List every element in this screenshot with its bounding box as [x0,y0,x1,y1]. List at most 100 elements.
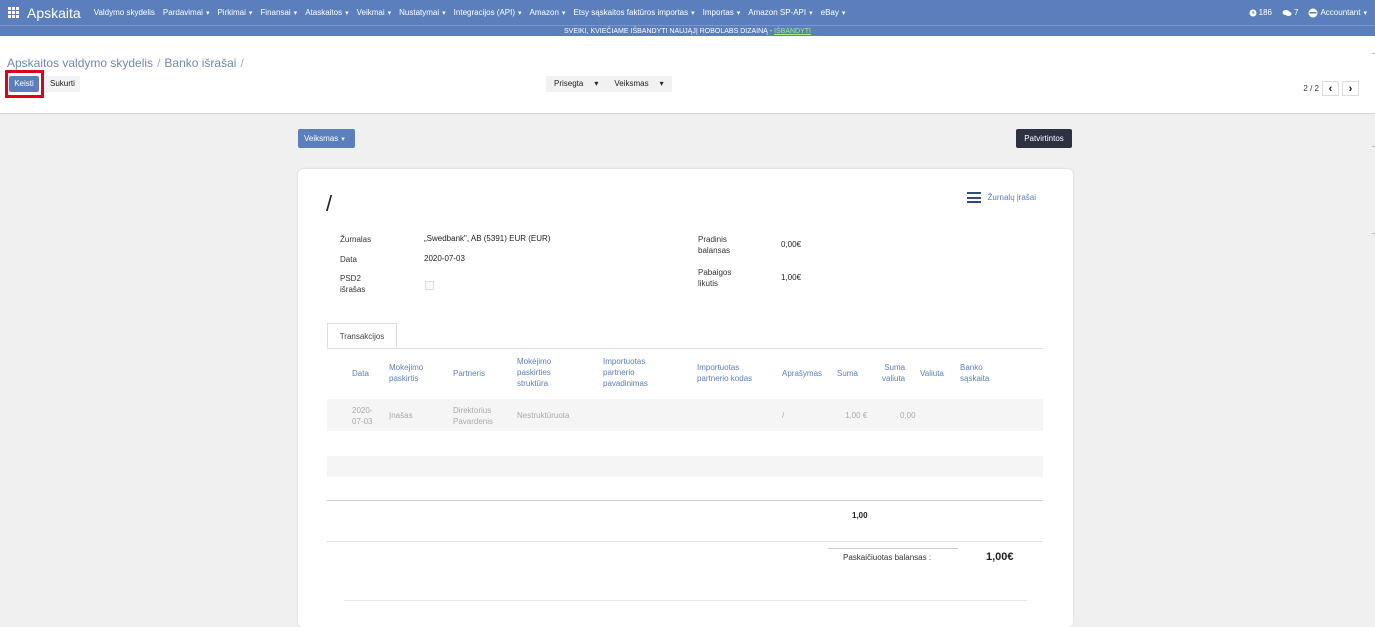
column-header-date[interactable]: Data [352,368,369,379]
chevron-down-icon: ▾ [442,10,446,17]
chevron-down-icon: ▾ [1363,9,1367,17]
column-header-currency[interactable]: Valiuta [920,368,944,379]
column-header-imported-partner-name[interactable]: Importuotas partnerio pavadinimas [603,356,648,389]
journal-entries-label: Žurnalų įrašai [987,193,1036,202]
previous-record-button[interactable]: ‹ [1322,81,1339,96]
column-header-partner[interactable]: Partneris [453,368,485,379]
messages-indicator[interactable]: 7 [1282,8,1298,17]
table-footer-divider [327,500,1043,501]
apps-grid-icon[interactable] [8,6,20,19]
nav-menu-item[interactable]: Amazon SP-API ▾ [748,8,812,17]
sidebar-dropdowns: Prisegta ▾ Veiksmas ▾ [546,76,672,92]
nav-menu-item[interactable]: eBay ▾ [821,8,846,17]
record-title: / [326,191,333,216]
computed-balance-label: Paskaičiuotas balansas : [843,553,932,562]
journal-label: Žurnalas [340,235,372,244]
column-header-structure[interactable]: Mokėjimo paskirties struktūra [517,356,551,389]
row-amount-currency: 0,00 [900,411,916,420]
tab-transactions[interactable]: Transakcijos [327,323,397,348]
nav-menu-item[interactable]: Finansai ▾ [260,8,297,17]
messages-count: 7 [1294,8,1299,17]
control-panel: Apskaitos valdymo skydelis / Banko išrašai… [0,36,1375,114]
breadcrumb-dashboard[interactable]: Apskaitos valdymo skydelis [7,56,153,70]
tab-divider [327,348,1043,349]
summary-divider [327,541,1043,542]
main-menu: Valdymo skydelis Pardavimai ▾ Pirkimai ▾ Fina… [94,8,854,17]
action-button[interactable]: Veiksmas ▾ [298,129,355,148]
status-confirmed-button[interactable]: Patvirtintos [1016,129,1072,148]
nav-menu-item[interactable]: Pirkimai ▾ [217,8,252,17]
journal-value[interactable]: „Swedbank", AB (5391) EUR (EUR) [424,234,550,243]
info-banner: SVEIKI, KVIEČIAME IŠBANDYTI NAUJĄJĮ ROBO… [0,25,1375,36]
activity-indicator[interactable]: 186 [1249,8,1272,17]
clock-icon [1249,9,1257,16]
chevron-down-icon: ▾ [518,10,522,17]
nav-menu-item[interactable]: Etsy sąskaitos faktūros importas ▾ [573,8,694,17]
chevron-down-icon: ▾ [205,10,210,17]
chat-icon [1282,9,1292,16]
chevron-down-icon: ▾ [248,10,253,17]
column-header-description[interactable]: Aprašymas [782,368,822,379]
row-purpose: Įnašas [389,411,413,420]
user-name: Accountant [1320,8,1361,17]
breadcrumb: Apskaitos valdymo skydelis / Banko išrašai… [7,56,248,70]
chevron-down-icon: ▾ [345,10,349,17]
amount-total: 1,00 [852,511,868,520]
column-header-purpose[interactable]: Mokejimo paskirtis [389,362,423,384]
sheet-bottom-divider [344,600,1027,601]
end-balance-label: Pabaigos likutis [698,268,732,288]
breadcrumb-separator: / [240,56,244,70]
avatar-icon [1308,8,1318,17]
nav-menu-item[interactable]: Nustatymai ▾ [399,8,446,17]
column-header-bank-account[interactable]: Banko sąskaita [960,362,989,384]
column-header-amount-currency[interactable]: Suma valiuta [882,362,905,384]
chevron-down-icon: ▾ [387,10,392,17]
action-dropdown[interactable]: Veiksmas ▾ [606,76,671,92]
try-new-design-link[interactable]: IŠBANDYTI [774,28,811,35]
empty-table-row [327,456,1043,477]
pager: 2 / 2 ‹ › [1303,81,1359,96]
edit-button-highlight [5,70,44,98]
navbar-right: 186 7 Accountant ▾ [1239,0,1367,25]
user-menu[interactable]: Accountant ▾ [1308,8,1367,18]
table-row[interactable] [327,399,1043,431]
date-value[interactable]: 2020-07-03 [424,254,465,263]
attached-dropdown[interactable]: Prisegta ▾ [546,76,606,92]
nav-menu-item[interactable]: Importas ▾ [703,8,741,17]
end-balance-value[interactable]: 1,00€ [781,273,801,282]
nav-menu-item[interactable]: Integracijos (API) ▾ [454,8,522,17]
column-header-amount[interactable]: Suma [837,368,858,379]
chevron-down-icon: ▾ [736,10,741,17]
nav-menu-item[interactable]: Veikmai ▾ [357,8,392,17]
row-structure: Nestruktūruota [517,411,570,420]
balance-underline [828,548,958,549]
nav-menu-item[interactable]: Ataskaitos ▾ [305,8,348,17]
chevron-down-icon: ▾ [841,10,846,17]
next-record-button[interactable]: › [1342,81,1359,96]
row-description: / [782,411,785,420]
nav-menu-item[interactable]: Pardavimai ▾ [163,8,210,17]
create-button[interactable]: Sukurti [45,76,80,92]
psd2-checkbox[interactable] [425,281,434,290]
row-partner: Direktorius Pavardenis [453,406,494,426]
top-navbar: Apskaita Valdymo skydelis Pardavimai ▾ Pirk… [0,0,1375,25]
list-icon [966,192,981,203]
row-amount: 1,00 € [845,411,868,420]
pager-value: 2 / 2 [1303,84,1319,93]
activity-count: 186 [1258,8,1272,17]
column-header-imported-partner-code[interactable]: Importuotas partnerio kodas [697,362,752,384]
nav-menu-item[interactable]: Amazon ▾ [530,8,566,17]
brand-title: Apskaita [27,4,81,21]
journal-entries-smart-button[interactable]: Žurnalų įrašai [966,192,1036,203]
start-balance-value[interactable]: 0,00€ [781,240,801,249]
banner-text: SVEIKI, KVIEČIAME IŠBANDYTI NAUJĄJĮ ROBO… [563,28,775,35]
nav-menu-item[interactable]: Valdymo skydelis [94,8,155,17]
computed-balance-value: 1,00€ [986,551,1014,563]
form-sheet: / Žurnalų įrašai Žurnalas „Swedbank", AB… [298,169,1073,627]
chevron-down-icon: ▾ [561,10,566,17]
row-date: 2020- 07-03 [352,406,373,426]
breadcrumb-separator: / [157,56,161,70]
breadcrumb-bank-statements[interactable]: Banko išrašai [164,56,236,70]
chevron-down-icon: ▾ [293,10,298,17]
chevron-down-icon: ▾ [809,10,813,17]
